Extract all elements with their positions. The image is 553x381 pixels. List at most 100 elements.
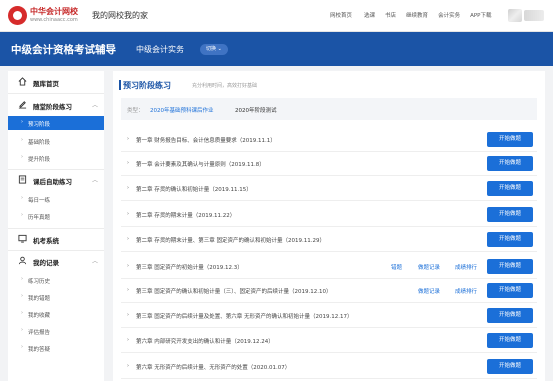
- title-accent-bar: [119, 80, 121, 90]
- start-practice-button[interactable]: 开始做题: [487, 156, 533, 171]
- sidebar-item-advanced-stage[interactable]: › 提升阶段: [8, 151, 104, 165]
- exercise-title: 第六章 无形资产的后续计量、无形资产的处置（2020.01.07）: [136, 365, 291, 371]
- sidebar-item-practice-history[interactable]: › 练习历史: [8, 273, 104, 287]
- sidebar-label: 随堂阶段练习: [33, 103, 72, 111]
- site-logo[interactable]: 中华会计网校 www.chinaacc.com: [8, 5, 78, 27]
- start-practice-button[interactable]: 开始做题: [487, 259, 533, 274]
- chevron-right-icon: ›: [21, 327, 23, 333]
- site-slogan: 我的网校我的家: [92, 11, 148, 20]
- chevron-right-icon: ›: [21, 293, 23, 299]
- view-mistakes-link[interactable]: 错题: [391, 263, 402, 271]
- list-item[interactable]: › 第二章 存货的期末计量、第三章 固定资产的确认和初始计量（2019.11.2…: [121, 228, 537, 252]
- sidebar-item-daily-practice[interactable]: › 每日一练: [8, 192, 104, 206]
- list-item[interactable]: › 第二章 存货的期末计量（2019.11.22） 开始做题: [121, 203, 537, 227]
- divider: [8, 169, 104, 170]
- book-icon: [18, 175, 27, 184]
- top-nav: 网校首页 选课 书店 继续教育 会计实务 APP下载: [330, 11, 501, 19]
- chevron-up-icon: ︿: [92, 177, 99, 184]
- sidebar-item-preview-stage[interactable]: › 预习阶段: [8, 116, 104, 130]
- chevron-right-icon: ›: [21, 310, 23, 316]
- sidebar-item-my-qa[interactable]: › 我的答疑: [8, 341, 104, 355]
- ranking-link[interactable]: 成绩排行: [455, 263, 477, 271]
- nav-home[interactable]: 网校首页: [330, 11, 352, 19]
- list-item[interactable]: › 第三章 固定资产的初始计量（2019.12.3） 错题 做题记录 成绩排行 …: [121, 255, 537, 279]
- start-practice-button[interactable]: 开始做题: [487, 232, 533, 247]
- sidebar-item-label: 我的错题: [28, 296, 51, 302]
- filter-option-prep-homework[interactable]: 2020年基础预科课后作业: [150, 106, 214, 114]
- sidebar-item-label: 我的答疑: [28, 347, 51, 353]
- chevron-right-icon: ›: [21, 276, 23, 282]
- edit-icon: [18, 101, 27, 109]
- nav-accounting-practice[interactable]: 会计实务: [438, 11, 460, 19]
- start-practice-button[interactable]: 开始做题: [487, 333, 533, 348]
- list-item[interactable]: › 第一章 财务报告目标、会计信息质量要求（2019.11.1） 开始做题: [121, 128, 537, 152]
- list-item[interactable]: › 第六章 无形资产的后续计量、无形资产的处置（2020.01.07） 开始做题: [121, 355, 537, 379]
- sidebar-item-past-exams[interactable]: › 历年真题: [8, 209, 104, 223]
- start-practice-button[interactable]: 开始做题: [487, 359, 533, 374]
- exercise-title: 第三章 固定资产的确认和初始计量（三）、固定资产的后续计量（2019.12.10…: [136, 289, 332, 295]
- filter-label: 类型：: [127, 108, 144, 114]
- logo-text: 中华会计网校: [30, 7, 78, 16]
- chevron-right-icon: ›: [127, 185, 129, 191]
- banner-title: 中级会计资格考试辅导: [11, 44, 116, 56]
- filter-option-stage-test[interactable]: 2020年阶段测试: [235, 106, 277, 114]
- chevron-right-icon: ›: [127, 136, 129, 142]
- sidebar-item-assessment-report[interactable]: › 评估报告: [8, 324, 104, 338]
- list-item[interactable]: › 第三章 固定资产的后续计量及处置、第六章 无形资产的确认和初始计量（2019…: [121, 304, 537, 328]
- sidebar-item-my-mistakes[interactable]: › 我的错题: [8, 290, 104, 304]
- list-item[interactable]: › 第一章 会计要素及其确认与计量原则（2019.11.8） 开始做题: [121, 152, 537, 176]
- exercise-title: 第一章 会计要素及其确认与计量原则（2019.11.8）: [136, 162, 265, 168]
- start-practice-button[interactable]: 开始做题: [487, 132, 533, 147]
- sidebar-item-my-favorites[interactable]: › 我的收藏: [8, 307, 104, 321]
- start-practice-button[interactable]: 开始做题: [487, 207, 533, 222]
- ranking-link[interactable]: 成绩排行: [455, 287, 477, 295]
- divider: [8, 93, 104, 94]
- list-item[interactable]: › 第六章 内部研究开发支出的确认和计量（2019.12.24） 开始做题: [121, 329, 537, 353]
- chevron-right-icon: ›: [127, 312, 129, 318]
- start-practice-button[interactable]: 开始做题: [487, 283, 533, 298]
- sidebar-item-label: 每日一练: [28, 198, 51, 204]
- nav-continuing-ed[interactable]: 继续教育: [406, 11, 428, 19]
- list-item[interactable]: › 第二章 存货的确认和初始计量（2019.11.15） 开始做题: [121, 177, 537, 201]
- sidebar-item-exam-system[interactable]: 机考系统: [8, 230, 104, 248]
- sidebar: 题库首页 随堂阶段练习 ︿ › 预习阶段 › 基础阶段 › 提升阶段 课后自助练…: [8, 71, 104, 381]
- nav-courses[interactable]: 选课: [364, 11, 375, 19]
- practice-record-link[interactable]: 做题记录: [418, 263, 440, 271]
- nav-app-download[interactable]: APP下载: [470, 11, 491, 19]
- exercise-title: 第一章 财务报告目标、会计信息质量要求（2019.11.1）: [136, 138, 276, 144]
- sidebar-item-basic-stage[interactable]: › 基础阶段: [8, 134, 104, 148]
- avatar[interactable]: [508, 9, 522, 22]
- divider: [8, 228, 104, 229]
- start-practice-button[interactable]: 开始做题: [487, 308, 533, 323]
- chevron-right-icon: ›: [21, 212, 23, 218]
- user-icon: [18, 256, 27, 265]
- start-practice-button[interactable]: 开始做题: [487, 181, 533, 196]
- chevron-right-icon: ›: [21, 344, 23, 350]
- exercise-title: 第三章 固定资产的初始计量（2019.12.3）: [136, 265, 243, 271]
- exam-icon: [18, 234, 27, 243]
- switch-subject-button[interactable]: 切换 ⌄: [200, 44, 228, 55]
- page-subtitle: 充分利用时间，高效打好基础: [192, 83, 258, 89]
- chevron-right-icon: ›: [127, 160, 129, 166]
- exercise-title: 第三章 固定资产的后续计量及处置、第六章 无形资产的确认和初始计量（2019.1…: [136, 314, 353, 320]
- exercise-title: 第二章 存货的期末计量、第三章 固定资产的确认和初始计量（2019.11.29）: [136, 238, 325, 244]
- logo-url: www.chinaacc.com: [30, 17, 78, 23]
- chevron-up-icon: ︿: [92, 258, 99, 265]
- nav-bookstore[interactable]: 书店: [385, 11, 396, 19]
- list-item[interactable]: › 第三章 固定资产的确认和初始计量（三）、固定资产的后续计量（2019.12.…: [121, 279, 537, 303]
- switch-label: 切换: [206, 46, 217, 52]
- chevron-right-icon: ›: [21, 154, 23, 160]
- practice-record-link[interactable]: 做题记录: [418, 287, 440, 295]
- exercise-title: 第二章 存货的期末计量（2019.11.22）: [136, 213, 236, 219]
- chevron-right-icon: ›: [21, 195, 23, 201]
- chevron-right-icon: ›: [127, 287, 129, 293]
- sidebar-item-question-bank-home[interactable]: 题库首页: [8, 73, 104, 91]
- username-blurred[interactable]: [524, 10, 544, 21]
- sidebar-section-classroom-practice[interactable]: 随堂阶段练习 ︿: [8, 96, 104, 114]
- sidebar-label: 我的记录: [33, 259, 59, 267]
- sidebar-section-my-records[interactable]: 我的记录 ︿: [8, 252, 104, 270]
- sidebar-section-self-practice[interactable]: 课后自助练习 ︿: [8, 171, 104, 189]
- sidebar-item-label: 评估报告: [28, 330, 51, 336]
- logo-icon: [8, 6, 27, 25]
- sidebar-item-label: 基础阶段: [28, 140, 51, 146]
